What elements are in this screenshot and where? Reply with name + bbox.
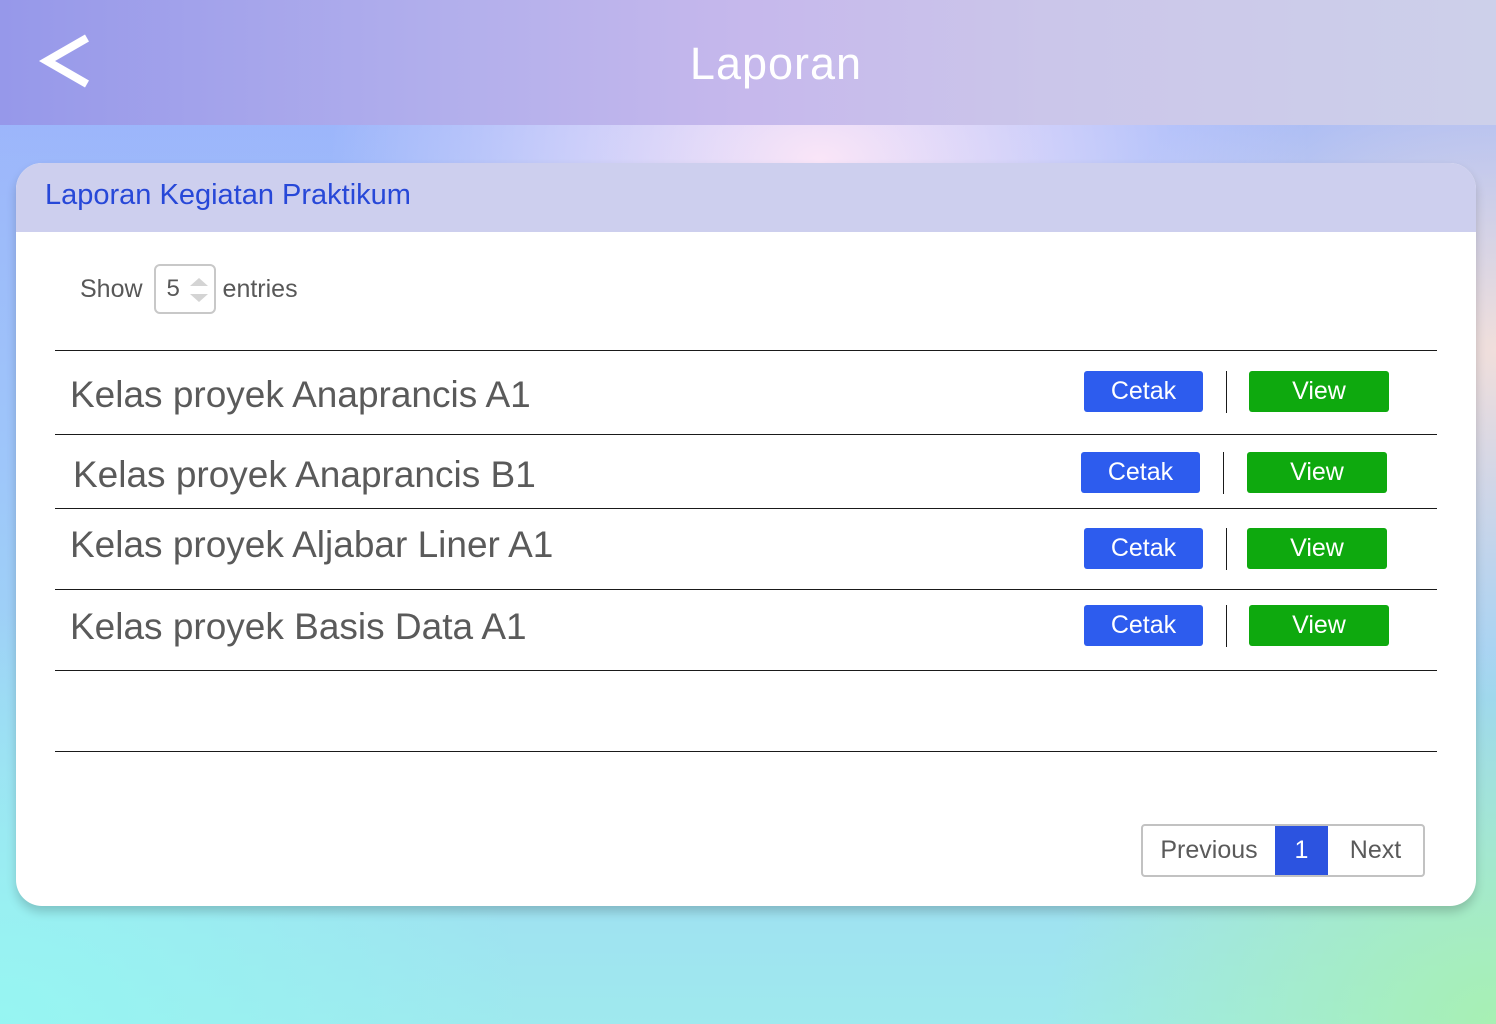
row-label: Kelas proyek Aljabar Liner A1: [70, 524, 554, 565]
view-button[interactable]: View: [1247, 452, 1387, 493]
print-button[interactable]: Cetak: [1081, 452, 1200, 493]
view-button[interactable]: View: [1247, 528, 1387, 569]
page-title: Laporan: [689, 38, 863, 89]
row-label: Kelas proyek Anaprancis A1: [70, 374, 531, 415]
row-label: Kelas proyek Basis Data A1: [70, 606, 527, 647]
print-button[interactable]: Cetak: [1084, 371, 1203, 412]
button-separator: [1223, 452, 1224, 494]
button-separator: [1226, 528, 1227, 570]
row-divider: [55, 751, 1437, 752]
print-button[interactable]: Cetak: [1084, 528, 1203, 569]
spinner-arrows-icon[interactable]: [188, 272, 210, 308]
next-page-button[interactable]: Next: [1328, 826, 1423, 875]
app-header: Laporan: [0, 0, 1496, 125]
report-card: Laporan Kegiatan Praktikum Show 5 entrie…: [16, 163, 1476, 906]
entries-count-value: 5: [166, 275, 180, 302]
entries-label: entries: [222, 274, 298, 303]
print-button[interactable]: Cetak: [1084, 605, 1203, 646]
card-header: Laporan Kegiatan Praktikum: [16, 163, 1476, 232]
show-entries-control: Show 5 entries: [80, 263, 298, 315]
view-button[interactable]: View: [1249, 605, 1389, 646]
button-separator: [1226, 371, 1227, 413]
row-label: Kelas proyek Anaprancis B1: [73, 454, 536, 495]
view-button[interactable]: View: [1249, 371, 1389, 412]
show-label: Show: [80, 274, 143, 303]
page-1-button[interactable]: 1: [1275, 826, 1328, 875]
previous-page-button[interactable]: Previous: [1143, 826, 1275, 875]
entries-count-stepper[interactable]: 5: [153, 264, 216, 314]
row-divider: [55, 589, 1437, 590]
row-divider: [55, 670, 1437, 671]
pagination: Previous 1 Next: [1141, 824, 1425, 877]
row-divider: [55, 434, 1437, 435]
button-separator: [1226, 605, 1227, 647]
row-divider: [55, 508, 1437, 509]
card-title: Laporan Kegiatan Praktikum: [45, 179, 411, 211]
row-divider: [55, 350, 1437, 351]
